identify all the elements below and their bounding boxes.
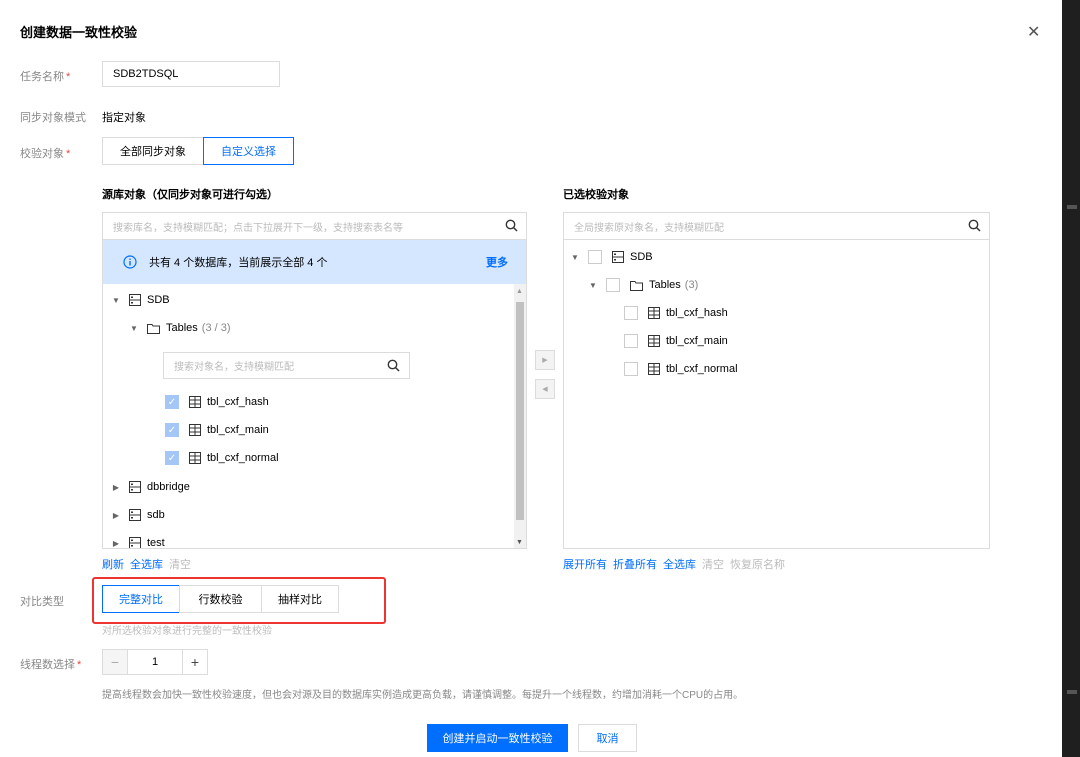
checkbox-checked[interactable]: ✓ xyxy=(165,423,179,437)
compare-sample-button[interactable]: 抽样对比 xyxy=(261,585,339,613)
db-count-info: 共有 4 个数据库，当前展示全部 4 个 更多 xyxy=(103,240,526,284)
source-actions: 刷新 全选库 清空 xyxy=(102,556,197,572)
restore-names-link[interactable]: 恢复原名称 xyxy=(730,556,785,572)
sync-mode-label: 同步对象模式 xyxy=(20,112,86,124)
caret-down-icon[interactable]: ▼ xyxy=(111,296,121,305)
table-icon xyxy=(189,424,201,436)
info-icon xyxy=(123,255,137,269)
caret-down-icon[interactable]: ▼ xyxy=(129,324,139,333)
sync-mode-value: 指定对象 xyxy=(102,112,146,124)
checkbox[interactable] xyxy=(624,306,638,320)
more-link[interactable]: 更多 xyxy=(486,254,508,270)
expand-all-link[interactable]: 展开所有 xyxy=(563,556,607,572)
compare-rowcount-button[interactable]: 行数校验 xyxy=(179,585,262,613)
compare-type-label: 对比类型 xyxy=(20,596,64,608)
collapse-all-link[interactable]: 折叠所有 xyxy=(613,556,657,572)
table-icon xyxy=(189,396,201,408)
target-table-row[interactable]: tbl_cxf_hash xyxy=(624,303,728,323)
increment-button[interactable]: + xyxy=(182,649,208,675)
submit-button[interactable]: 创建并启动一致性校验 xyxy=(427,724,568,752)
table-icon xyxy=(648,363,660,375)
target-table-row[interactable]: tbl_cxf_normal xyxy=(624,359,738,379)
close-icon[interactable]: ✕ xyxy=(1027,22,1040,42)
target-panel-title: 已选校验对象 xyxy=(563,189,629,201)
database-icon xyxy=(612,251,624,263)
move-right-button[interactable]: ▶ xyxy=(535,350,555,370)
check-object-label: 校验对象 * xyxy=(20,148,71,160)
tree-node-db[interactable]: ▶ test xyxy=(111,533,165,548)
select-all-db-link[interactable]: 全选库 xyxy=(130,556,163,572)
search-icon[interactable] xyxy=(505,219,518,235)
source-scrollbar[interactable]: ▲ ▼ xyxy=(514,284,526,548)
decrement-button[interactable]: − xyxy=(102,649,128,675)
caret-down-icon[interactable]: ▼ xyxy=(588,281,598,290)
task-name-label: 任务名称 * xyxy=(20,71,71,83)
target-tree-node-sdb[interactable]: ▼ SDB xyxy=(570,247,653,267)
thread-count-label: 线程数选择 * xyxy=(20,659,82,671)
source-search-input[interactable]: 搜索库名，支持模糊匹配；点击下拉展开下一级，支持搜索表名等 xyxy=(103,213,526,240)
tree-table-row[interactable]: ✓ tbl_cxf_main xyxy=(165,420,269,440)
thread-count-stepper: − 1 + xyxy=(102,649,208,675)
clear-link[interactable]: 清空 xyxy=(169,556,191,572)
tree-node-db[interactable]: ▶ sdb xyxy=(111,505,165,525)
table-icon xyxy=(648,335,660,347)
database-icon xyxy=(129,481,141,493)
target-table-row[interactable]: tbl_cxf_main xyxy=(624,331,728,351)
checkbox[interactable] xyxy=(606,278,620,292)
source-panel-title: 源库对象（仅同步对象可进行勾选） xyxy=(102,189,278,201)
task-name-input[interactable]: SDB2TDSQL xyxy=(102,61,280,87)
clear-link[interactable]: 清空 xyxy=(702,556,724,572)
background-app-strip xyxy=(1062,0,1080,757)
compare-type-hint: 对所选校验对象进行完整的一致性校验 xyxy=(102,626,272,637)
search-icon[interactable] xyxy=(968,219,981,235)
check-object-selector: 全部同步对象 自定义选择 xyxy=(102,137,294,165)
tree-node-db[interactable]: ▶ dbbridge xyxy=(111,477,190,497)
database-icon xyxy=(129,294,141,306)
thread-count-input[interactable]: 1 xyxy=(127,649,183,675)
caret-down-icon[interactable]: ▼ xyxy=(570,253,580,262)
check-object-all-button[interactable]: 全部同步对象 xyxy=(102,137,204,165)
move-left-button[interactable]: ◀ xyxy=(535,379,555,399)
target-search-input[interactable]: 全局搜索原对象名，支持模糊匹配 xyxy=(564,213,989,240)
checkbox-checked[interactable]: ✓ xyxy=(165,395,179,409)
cancel-button[interactable]: 取消 xyxy=(578,724,637,752)
target-actions: 展开所有 折叠所有 全选库 清空 恢复原名称 xyxy=(563,556,791,572)
tree-table-row[interactable]: ✓ tbl_cxf_hash xyxy=(165,392,269,412)
scrollbar-thumb[interactable] xyxy=(516,302,524,520)
caret-right-icon[interactable]: ▶ xyxy=(111,483,121,492)
tree-node-sdb[interactable]: ▼ SDB xyxy=(111,290,170,310)
dialog-title: 创建数据一致性校验 xyxy=(20,25,138,40)
tree-node-tables[interactable]: ▼ Tables (3 / 3) xyxy=(129,318,231,338)
refresh-link[interactable]: 刷新 xyxy=(102,556,124,572)
caret-right-icon[interactable]: ▶ xyxy=(111,539,121,548)
check-object-custom-button[interactable]: 自定义选择 xyxy=(203,137,294,165)
scroll-down-icon[interactable]: ▼ xyxy=(516,539,523,546)
database-icon xyxy=(129,509,141,521)
target-panel: 全局搜索原对象名，支持模糊匹配 ▼ SDB ▼ Tables (3) tbl_cx… xyxy=(563,212,990,549)
select-all-db-link[interactable]: 全选库 xyxy=(663,556,696,572)
target-tree-node-tables[interactable]: ▼ Tables (3) xyxy=(588,275,698,295)
checkbox[interactable] xyxy=(624,362,638,376)
checkbox-checked[interactable]: ✓ xyxy=(165,451,179,465)
scroll-up-icon[interactable]: ▲ xyxy=(516,288,523,295)
checkbox[interactable] xyxy=(624,334,638,348)
table-icon xyxy=(189,452,201,464)
caret-right-icon[interactable]: ▶ xyxy=(111,511,121,520)
folder-icon xyxy=(147,323,160,334)
tree-table-row[interactable]: ✓ tbl_cxf_normal xyxy=(165,448,279,468)
compare-full-button[interactable]: 完整对比 xyxy=(102,585,180,613)
folder-icon xyxy=(630,280,643,291)
compare-type-selector: 完整对比 行数校验 抽样对比 xyxy=(102,585,339,613)
table-search-input[interactable]: 搜索对象名，支持模糊匹配 xyxy=(163,352,410,379)
source-panel: 搜索库名，支持模糊匹配；点击下拉展开下一级，支持搜索表名等 共有 4 个数据库，… xyxy=(102,212,527,549)
database-icon xyxy=(129,537,141,548)
thread-count-hint: 提高线程数会加快一致性校验速度，但也会对源及目的数据库实例造成更高负载，请谨慎调… xyxy=(102,690,744,701)
table-icon xyxy=(648,307,660,319)
checkbox[interactable] xyxy=(588,250,602,264)
search-icon[interactable] xyxy=(387,359,400,375)
db-count-text: 共有 4 个数据库，当前展示全部 4 个 xyxy=(149,257,328,269)
